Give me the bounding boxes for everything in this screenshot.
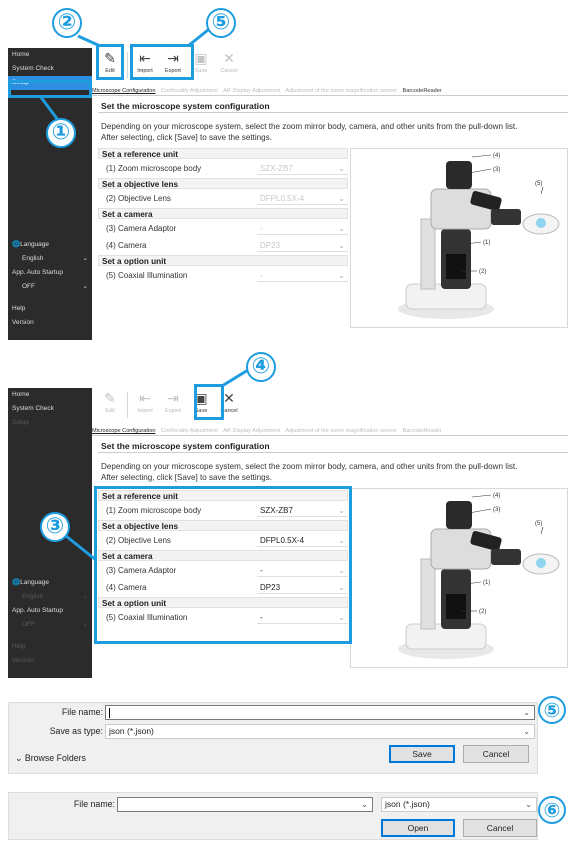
callout-connectors — [38, 28, 209, 121]
chevron-down-icon: ⌄ — [15, 753, 25, 763]
file-name-input[interactable]: ⌄ — [117, 797, 373, 812]
open-button[interactable]: Open — [381, 819, 455, 837]
chevron-down-icon: ⌄ — [523, 727, 530, 736]
chevron-down-icon: ⌄ — [523, 708, 530, 717]
callout-connectors-2 — [65, 368, 249, 562]
file-name-input[interactable]: ⌄ — [105, 705, 535, 720]
cancel-button[interactable]: Cancel — [463, 819, 537, 837]
cancel-button[interactable]: Cancel — [463, 745, 529, 763]
browse-folders-toggle[interactable]: ⌄ Browse Folders — [15, 753, 86, 764]
file-name-label: File name: — [73, 799, 115, 809]
save-as-type-label: Save as type: — [49, 726, 103, 736]
chevron-down-icon: ⌄ — [361, 800, 368, 809]
save-as-type-select[interactable]: json (*.json) ⌄ — [105, 724, 535, 739]
file-name-label: File name: — [61, 707, 103, 717]
callout-6: ⑥ — [538, 796, 566, 824]
open-dialog: File name: ⌄ json (*.json) ⌄ Open Cancel — [8, 792, 538, 840]
callout-5b: ⑤ — [538, 696, 566, 724]
chevron-down-icon: ⌄ — [525, 800, 532, 809]
file-type-select[interactable]: json (*.json) ⌄ — [381, 797, 537, 812]
save-dialog: File name: ⌄ Save as type: json (*.json)… — [8, 702, 538, 774]
text-cursor — [109, 707, 110, 718]
save-button[interactable]: Save — [389, 745, 455, 763]
